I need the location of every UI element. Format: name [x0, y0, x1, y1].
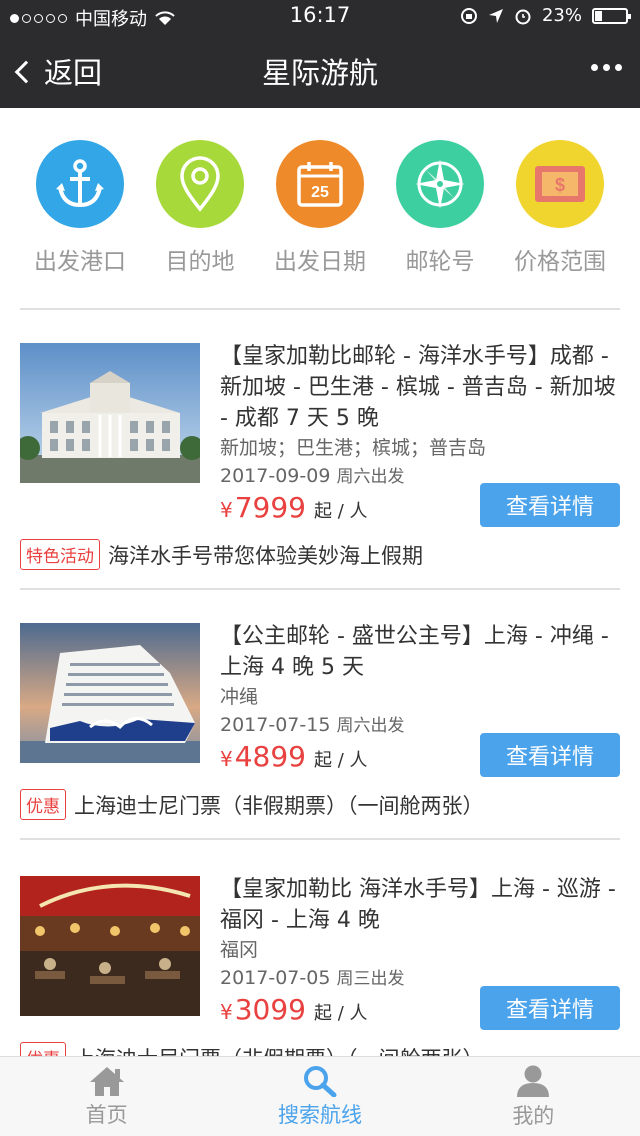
filter-departure-date[interactable]: 25 出发日期: [265, 140, 375, 290]
location-arrow-icon: [488, 8, 503, 23]
tab-label: 搜索航线: [277, 1102, 362, 1127]
weekday: 周六出发: [336, 716, 405, 736]
weekday: 周三出发: [336, 969, 405, 989]
price-unit: 起 / 人: [314, 501, 368, 522]
tab-home[interactable]: 首页: [0, 1057, 213, 1136]
location-pin-icon: [156, 140, 244, 228]
promo-text: 上海迪士尼门票（非假期票）（一间舱两张）: [74, 793, 484, 818]
battery-icon: [592, 7, 631, 24]
filter-ship[interactable]: 邮轮号: [385, 140, 495, 290]
cruise-image-colonial-building: [20, 343, 200, 483]
filter-destination[interactable]: 目的地: [145, 140, 255, 290]
calendar-icon: 25: [276, 140, 364, 228]
cruise-card[interactable]: 【皇家加勒比邮轮 - 海洋水手号】成都 - 新加坡 - 巴生港 - 槟城 - 普…: [0, 343, 640, 593]
tab-search-routes[interactable]: 搜索航线: [213, 1057, 426, 1136]
search-icon: [303, 1065, 337, 1097]
rotation-lock-icon: [460, 7, 477, 24]
view-details-button[interactable]: 查看详情: [480, 733, 620, 777]
currency-symbol: ¥: [220, 1000, 233, 1024]
page-title: 星际游航: [261, 56, 378, 90]
filter-categories: 出发港口 目的地 25 出发日期 邮轮号 $ 价格范围: [0, 140, 640, 290]
cruise-image-ship: [20, 623, 200, 763]
currency-symbol: ¥: [220, 747, 233, 771]
cruise-destinations: 新加坡；巴生港；槟城；普吉岛: [220, 437, 487, 459]
cruise-destinations: 福冈: [220, 939, 259, 961]
cruise-card[interactable]: 【公主邮轮 - 盛世公主号】上海 - 冲绳 - 上海 4 晚 5 天 冲绳 20…: [0, 623, 640, 873]
price-unit: 起 / 人: [314, 750, 368, 771]
home-icon: [89, 1066, 124, 1096]
promo-text: 海洋水手号带您体验美妙海上假期: [108, 543, 423, 568]
promo-row: 特色活动 海洋水手号带您体验美妙海上假期: [20, 539, 423, 570]
price-value: 4899: [234, 740, 306, 773]
tab-bar: 首页 搜索航线 我的: [0, 1056, 640, 1136]
filter-label: 目的地: [165, 249, 235, 275]
filter-label: 价格范围: [514, 249, 606, 275]
price-value: 7999: [234, 491, 306, 524]
date-value: 2017-09-09: [220, 465, 331, 487]
anchor-icon: [36, 140, 124, 228]
tab-profile[interactable]: 我的: [427, 1057, 640, 1136]
promo-tag: 优惠: [20, 789, 66, 820]
more-icon: [591, 64, 598, 71]
price-value: 3099: [234, 993, 306, 1026]
filter-label: 出发港口: [34, 249, 126, 275]
tab-label: 我的: [512, 1103, 555, 1128]
cruise-name: 【公主邮轮 - 盛世公主号】上海 - 冲绳 - 上海 4 晚 5 天: [220, 624, 609, 680]
money-symbol: $: [555, 175, 565, 195]
promo-row: 优惠 上海迪士尼门票（非假期票）（一间舱两张）: [20, 789, 484, 820]
filter-label: 出发日期: [274, 249, 366, 275]
view-details-button[interactable]: 查看详情: [480, 483, 620, 527]
compass-icon: [396, 140, 484, 228]
money-icon: $: [516, 140, 604, 228]
tab-label: 首页: [85, 1102, 128, 1127]
promo-tag: 特色活动: [20, 539, 100, 570]
alarm-icon: [515, 9, 531, 24]
price-unit: 起 / 人: [314, 1003, 368, 1024]
navigation-bar: 返回 星际游航: [0, 32, 640, 108]
currency-symbol: ¥: [220, 498, 233, 522]
divider: [20, 838, 620, 840]
cruise-name: 【皇家加勒比 海洋水手号】上海 - 巡游 - 福冈 - 上海 4 晚: [220, 877, 616, 933]
divider: [20, 308, 620, 310]
filter-price-range[interactable]: $ 价格范围: [505, 140, 615, 290]
filter-departure-port[interactable]: 出发港口: [25, 140, 135, 290]
calendar-day: 25: [311, 184, 329, 201]
date-value: 2017-07-05: [220, 967, 331, 989]
divider: [20, 588, 620, 590]
filter-label: 邮轮号: [405, 249, 475, 275]
view-details-button[interactable]: 查看详情: [480, 986, 620, 1030]
cruise-image-cafe: [20, 876, 200, 1016]
status-bar: 中国移动 16:17 23%: [0, 0, 640, 32]
weekday: 周六出发: [336, 467, 405, 487]
cruise-name: 【皇家加勒比邮轮 - 海洋水手号】成都 - 新加坡 - 巴生港 - 槟城 - 普…: [220, 344, 616, 431]
cruise-destinations: 冲绳: [220, 686, 259, 708]
more-options-button[interactable]: [591, 64, 622, 71]
battery-percent: 23%: [541, 5, 582, 26]
date-value: 2017-07-15: [220, 714, 331, 736]
user-icon: [517, 1065, 550, 1097]
